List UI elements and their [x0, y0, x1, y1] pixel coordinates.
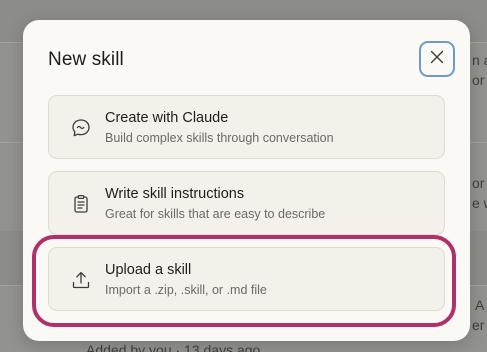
background-text: n a — [472, 52, 487, 68]
background-text: or b — [472, 175, 487, 191]
option-description: Import a .zip, .skill, or .md file — [105, 283, 267, 297]
background-text: er r — [472, 317, 487, 333]
new-skill-dialog: New skill Create with Claude Build compl… — [23, 20, 470, 341]
background-text: or — [472, 72, 485, 88]
option-create-with-claude[interactable]: Create with Claude Build complex skills … — [48, 95, 445, 159]
dialog-title: New skill — [48, 49, 124, 70]
background-text: A — [475, 297, 485, 313]
upload-icon — [70, 269, 92, 291]
option-title: Write skill instructions — [105, 186, 245, 202]
clipboard-icon — [70, 193, 92, 215]
background-meta-text: Added by you · 13 days ago — [86, 342, 261, 352]
option-upload-a-skill[interactable]: Upload a skill Import a .zip, .skill, or… — [48, 247, 445, 311]
option-description: Build complex skills through conversatio… — [105, 131, 334, 145]
option-title: Create with Claude — [105, 110, 229, 126]
close-icon — [430, 50, 444, 69]
option-write-skill-instructions[interactable]: Write skill instructions Great for skill… — [48, 171, 445, 235]
close-button[interactable] — [419, 41, 455, 77]
background-text: e w — [472, 195, 487, 211]
option-title: Upload a skill — [105, 262, 192, 278]
option-description: Great for skills that are easy to descri… — [105, 207, 326, 221]
chat-bubble-icon — [70, 117, 92, 139]
